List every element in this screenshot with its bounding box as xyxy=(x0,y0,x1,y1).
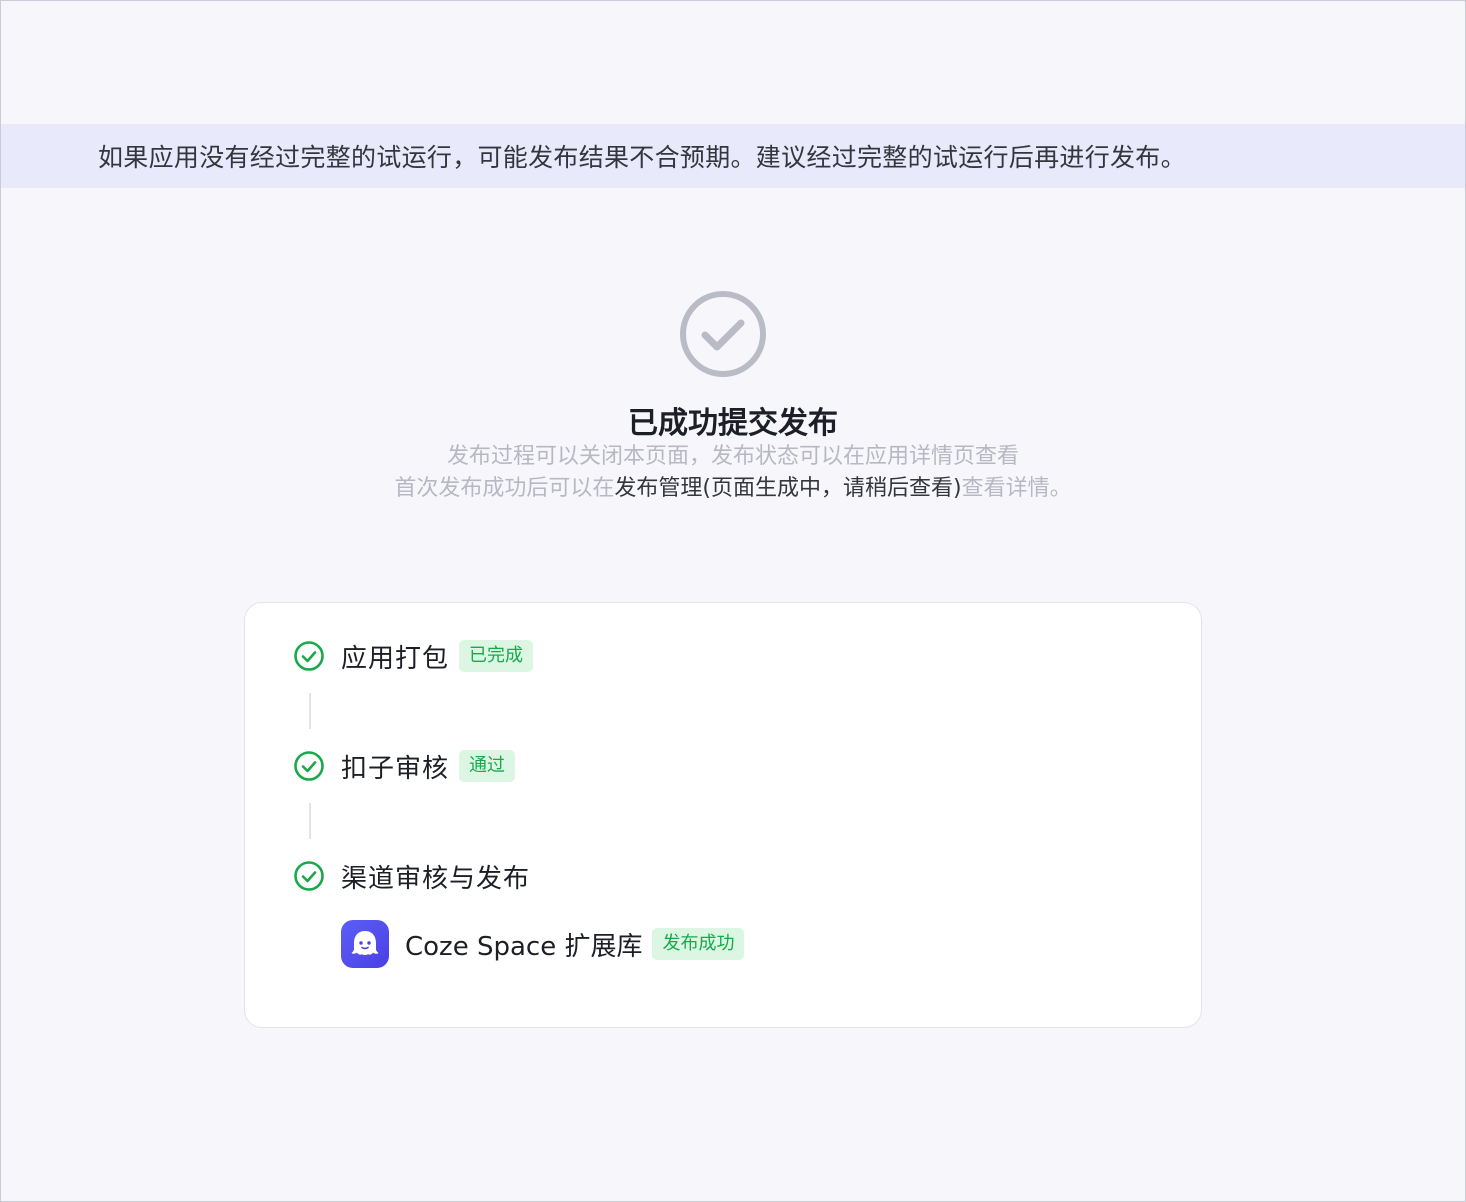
release-progress-card: 应用打包 已完成 扣子审核 通过 渠道审核与发布 Coze Space 扩展库 xyxy=(244,602,1202,1028)
check-circle-icon xyxy=(294,751,324,781)
check-circle-icon xyxy=(294,861,324,891)
check-circle-icon xyxy=(294,641,324,671)
coze-space-logo-icon xyxy=(341,920,389,968)
step-app-packaging: 应用打包 已完成 xyxy=(293,636,534,676)
ghost-icon xyxy=(351,931,379,956)
step-channel-review-release: 渠道审核与发布 xyxy=(293,856,530,896)
warning-banner: 如果应用没有经过完整的试运行，可能发布结果不合预期。建议经过完整的试运行后再进行… xyxy=(1,124,1465,188)
channel-item-coze-space: Coze Space 扩展库 发布成功 xyxy=(341,919,745,969)
step-connector xyxy=(309,803,311,839)
step-coze-review: 扣子审核 通过 xyxy=(293,746,516,786)
warning-banner-text: 如果应用没有经过完整的试运行，可能发布结果不合预期。建议经过完整的试运行后再进行… xyxy=(98,143,1186,172)
result-description-line-2: 首次发布成功后可以在发布管理(页面生成中，请稍后查看)查看详情。 xyxy=(0,473,1466,505)
result-title: 已成功提交发布 xyxy=(628,406,838,441)
step-label: 应用打包 xyxy=(341,643,450,674)
step-status-badge: 已完成 xyxy=(459,640,534,672)
step-connector xyxy=(309,693,311,729)
channel-status-badge: 发布成功 xyxy=(652,928,745,960)
release-management-link[interactable]: 发布管理(页面生成中，请稍后查看) xyxy=(614,476,961,501)
result-description-line-1: 发布过程可以关闭本页面，发布状态可以在应用详情页查看 xyxy=(446,444,1019,469)
result-description-suffix: 查看详情。 xyxy=(961,476,1072,501)
channel-name: Coze Space 扩展库 xyxy=(405,931,643,962)
step-label: 渠道审核与发布 xyxy=(341,863,531,894)
result-description-prefix: 首次发布成功后可以在 xyxy=(394,476,615,501)
step-status-badge: 通过 xyxy=(459,750,516,782)
success-check-icon xyxy=(680,291,766,377)
step-label: 扣子审核 xyxy=(341,753,450,784)
